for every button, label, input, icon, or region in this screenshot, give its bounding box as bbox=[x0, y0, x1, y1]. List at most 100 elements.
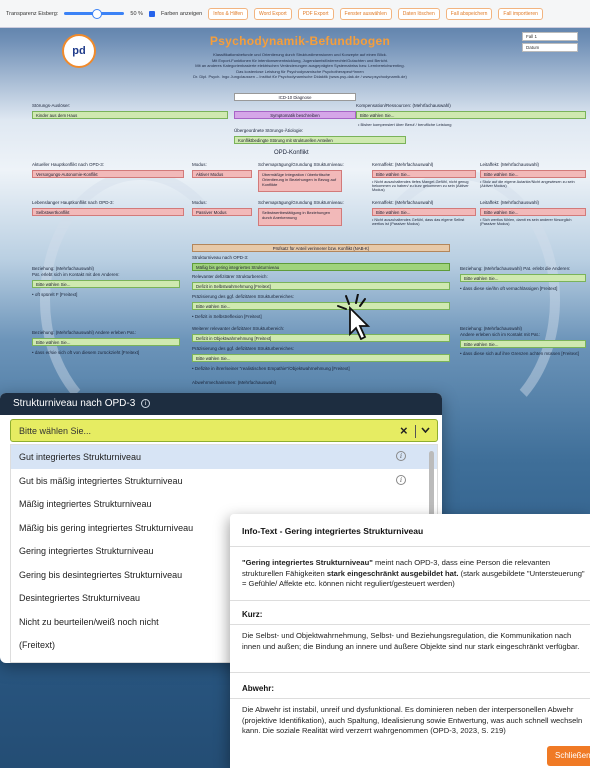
info-icon[interactable]: i bbox=[141, 399, 151, 408]
option-maessig-integriert[interactable]: Mäßig integriertes Strukturniveau bbox=[11, 492, 437, 516]
info-intro: "Gering integriertes Strukturniveau" mei… bbox=[242, 558, 588, 590]
colors-checkbox[interactable] bbox=[148, 10, 155, 17]
option-gut-bis-maessig[interactable]: Gut bis mäßig integriertes Strukturnivea… bbox=[11, 469, 437, 493]
option-label: Desintegriertes Strukturniveau bbox=[19, 593, 141, 603]
modus-select-1[interactable]: Aktiver Modus bbox=[192, 170, 252, 178]
option-label: Nicht zu beurteilen/weiß noch nicht bbox=[19, 616, 159, 627]
abwehr-heading: Abwehr: bbox=[242, 684, 274, 693]
option-gut-integriert[interactable]: Gut integriertes Strukturniveau i bbox=[11, 445, 437, 469]
strukturniveau-select[interactable]: Bitte wählen Sie... × bbox=[10, 419, 438, 442]
lebenslang-select[interactable]: Selbstwertkonflikt bbox=[32, 208, 184, 216]
transparency-slider[interactable] bbox=[64, 9, 125, 19]
schema-select-2[interactable]: Selbstwertbestätigung in Beziehungen dur… bbox=[258, 208, 342, 226]
option-label: Gut integriertes Strukturniveau bbox=[19, 452, 142, 462]
select-separator bbox=[415, 425, 416, 438]
divider bbox=[230, 672, 590, 673]
struktur-select-bg[interactable]: Mäßig bis gering integriertes Strukturni… bbox=[192, 263, 450, 271]
beziehung-right-label: Beziehung: (Mehrfachauswahl) Pat. erlebt… bbox=[460, 266, 571, 271]
leitaffekt2-note: • Sich wertlos fühlen, damit es sein and… bbox=[480, 218, 572, 226]
dropdown-header: Strukturniveau nach OPD-3 i bbox=[0, 393, 442, 415]
divider bbox=[230, 624, 590, 625]
divider bbox=[230, 546, 590, 547]
page-header: pd Psychodynamik-Befundbogen Klassifikat… bbox=[0, 28, 590, 100]
beziehung-left-select[interactable]: Bitte wählen Sie... bbox=[32, 280, 180, 288]
relevant-label: Relevanter defizitärer Strukturbereich: bbox=[192, 274, 268, 279]
transparency-label: Transparenz Eisberg: bbox=[6, 10, 59, 17]
aktuell-label: Aktueller Hauptkonflikt nach OPD-3: bbox=[32, 162, 105, 167]
close-button[interactable]: Schließen bbox=[547, 746, 590, 766]
datum-field[interactable]: Datum bbox=[522, 43, 578, 52]
symptomatik-button[interactable]: Symptomatik beschreiben bbox=[234, 111, 356, 119]
schema2-label: Schemaprägung/Grundung Strukturniveau: bbox=[258, 200, 344, 205]
struktur-label: Strukturniveau nach OPD-3: bbox=[192, 255, 249, 260]
praez2-select[interactable]: Bitte wählen Sie... bbox=[192, 354, 450, 362]
leitaffekt-note: • Stolz auf die eigene Autarkie/Nicht an… bbox=[480, 180, 575, 188]
praez1-note: • Defizit in Selbstreflexion [Freitext] bbox=[192, 314, 262, 319]
leitaffekt-label: Leitaffekt: (Mehrfachauswahl) bbox=[480, 162, 539, 167]
kernaffekt-note: • Nicht auszuhaltendes tiefes Mangel-Gef… bbox=[372, 180, 469, 192]
modus-select-2[interactable]: Passiver Modus bbox=[192, 208, 252, 216]
stoerung-select[interactable]: Kinder aus dem Haus bbox=[32, 111, 228, 119]
kernaffekt2-label: Kernaffekt: (Mehrfachauswahl) bbox=[372, 200, 434, 205]
leitaffekt2-label: Leitaffekt: (Mehrfachauswahl) bbox=[480, 200, 539, 205]
beziehung-left-label: Beziehung: (Mehrfachauswahl) bbox=[32, 266, 95, 271]
header-subtext: Klassifikationsbefunde und Orientierung … bbox=[140, 52, 460, 80]
divider bbox=[230, 698, 590, 699]
option-info-icon[interactable]: i bbox=[396, 451, 406, 461]
word-export-button[interactable]: Word Export bbox=[253, 7, 292, 20]
leitaffekt2-select[interactable]: Bitte wählen Sie... bbox=[480, 208, 586, 216]
option-label: Mäßig bis gering integriertes Strukturni… bbox=[19, 522, 194, 533]
option-label: Gering bis desintegriertes Strukturnivea… bbox=[19, 569, 183, 580]
praez2-label: Präzisierung des ggf. defizitären Strukt… bbox=[192, 346, 295, 351]
relevant-select[interactable]: Defizit in Selbstwahrnehmung [Freitext] bbox=[192, 282, 450, 290]
option-label: Gut bis mäßig integriertes Strukturnivea… bbox=[19, 475, 183, 486]
chevron-down-icon[interactable] bbox=[421, 427, 430, 433]
beziehung-left2-select[interactable]: Bitte wählen Sie... bbox=[32, 338, 180, 346]
infos-button[interactable]: Infos & Hilfen bbox=[208, 7, 248, 20]
beziehung-right2-sub: Andere erleben sich im Kontakt mit Pat.: bbox=[460, 332, 541, 337]
kurz-text: Die Selbst- und Objektwahrnehmung, Selbs… bbox=[242, 631, 580, 651]
beziehung-right2-label: Beziehung: (Mehrfachauswahl) bbox=[460, 326, 523, 331]
leitaffekt-select[interactable]: Bitte wählen Sie... bbox=[480, 170, 586, 178]
pdf-export-button[interactable]: PDF Export bbox=[297, 7, 334, 20]
praez1-select[interactable]: Bitte wählen Sie... bbox=[192, 302, 450, 310]
clear-icon[interactable]: × bbox=[400, 423, 408, 438]
dropdown-title: Strukturniveau nach OPD-3 bbox=[13, 398, 136, 409]
beziehung-right2-note: • dass diese sich auf ihre Grenzen achte… bbox=[460, 351, 579, 356]
beziehung-right-select[interactable]: Bitte wählen Sie... bbox=[460, 274, 586, 282]
praefsatz-button[interactable]: Prüfsatz für Anteil verinnerer bzw. Konf… bbox=[192, 244, 450, 252]
option-label: Gering integriertes Strukturniveau bbox=[19, 546, 154, 556]
select-placeholder: Bitte wählen Sie... bbox=[19, 426, 92, 436]
aetiologie-select[interactable]: Konfliktbedingte Störung mit strukturell… bbox=[234, 136, 406, 144]
aktuell-select[interactable]: Versorgungs-Autonomie-Konflikt bbox=[32, 170, 184, 178]
praez1-label: Präzisierung des ggf. defizitären Strukt… bbox=[192, 294, 295, 299]
option-label: Mäßig integriertes Strukturniveau bbox=[19, 499, 152, 509]
aetiologie-label: Übergeordnete Störungs-Ätiologie: bbox=[234, 128, 304, 133]
abwehr-label: Abwehrmechanismen: (Mehrfachauswahl) bbox=[192, 380, 277, 385]
kernaffekt-select[interactable]: Bitte wählen Sie... bbox=[372, 170, 476, 178]
option-info-icon[interactable]: i bbox=[396, 474, 406, 485]
fenster-button[interactable]: Fenster auswählen bbox=[339, 7, 392, 20]
beziehung-left-sub: Pat. erlebt sich im Kontakt mit den Ande… bbox=[32, 272, 120, 277]
kurz-heading: Kurz: bbox=[242, 610, 263, 619]
option-label: (Freitext) bbox=[19, 640, 55, 650]
colors-label: Farben anzeigen bbox=[160, 10, 203, 17]
opd-konflikt-heading: OPD-Konflikt bbox=[274, 150, 309, 156]
weiterer-label: Weiterer relevanter defizitärer Struktur… bbox=[192, 326, 285, 331]
info-popup-title: Info-Text - Gering integriertes Struktur… bbox=[242, 526, 424, 536]
beziehung-left2-note: • dass er/sie sich oft von diesem zurück… bbox=[32, 350, 140, 355]
fall-field[interactable]: Fall 1 bbox=[522, 32, 578, 41]
fall-importieren-button[interactable]: Fall importieren bbox=[498, 7, 543, 20]
daten-loeschen-button[interactable]: Daten löschen bbox=[397, 7, 440, 20]
stoerung-label: Störungs-Auslöser: bbox=[32, 103, 71, 108]
weiterer-select[interactable]: Defizit in Objektwahrnehmung [Freitext] bbox=[192, 334, 450, 342]
schema-select-1[interactable]: Übermäßige Integration / überkritische O… bbox=[258, 170, 342, 192]
fall-speichern-button[interactable]: Fall abspeichern bbox=[445, 7, 493, 20]
beziehung-right-note: • dass diese sie/ihn oft vernachlässigen… bbox=[460, 286, 558, 291]
kernaffekt2-select[interactable]: Bitte wählen Sie... bbox=[372, 208, 476, 216]
kompensation-select[interactable]: Bitte wählen Sie... bbox=[356, 111, 586, 119]
kernaffekt2-note: • Nicht auszuhaltendes Gefühl, dass das … bbox=[372, 218, 465, 226]
schema-label: Schemaprägung/Grundung Strukturniveau: bbox=[258, 162, 344, 167]
beziehung-right2-select[interactable]: Bitte wählen Sie... bbox=[460, 340, 586, 348]
icd-diagnose-field[interactable]: ICD-10 Diagnose bbox=[234, 93, 356, 101]
